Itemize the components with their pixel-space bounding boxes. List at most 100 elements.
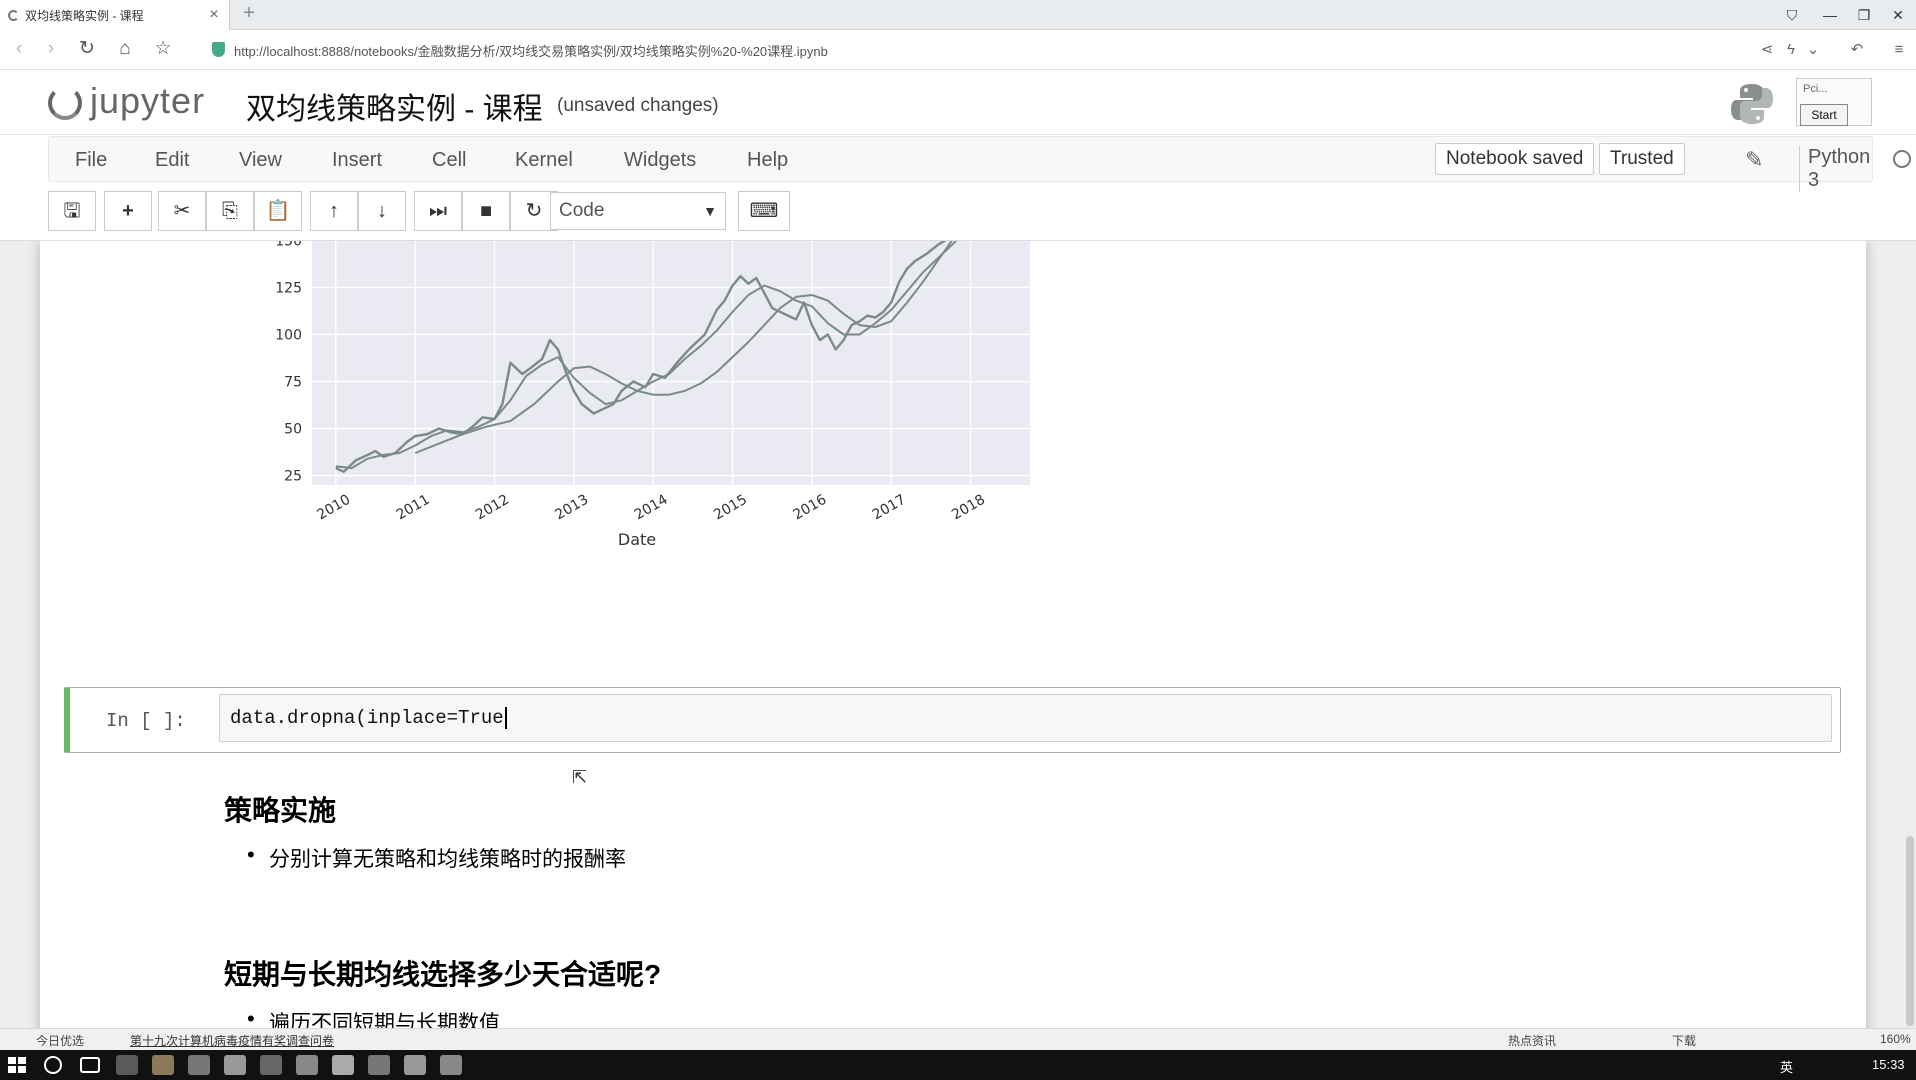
app-icon[interactable] — [224, 1055, 246, 1075]
x-tick-label: 2012 — [473, 492, 512, 524]
x-tick-label: 2014 — [632, 492, 671, 524]
code-cell[interactable]: In [ ]: data.dropna(inplace=True — [64, 687, 1841, 753]
menu-cell[interactable]: Cell — [432, 149, 466, 172]
jupyter-logo[interactable]: jupyter — [44, 78, 224, 126]
x-axis-label: Date — [618, 530, 656, 549]
minimize-icon[interactable]: — — [1816, 3, 1844, 27]
back-icon[interactable]: ‹ — [6, 36, 32, 62]
move-down-icon[interactable]: ↓ — [358, 191, 406, 231]
keyboard-icon[interactable]: ⌨ — [738, 191, 790, 231]
app-icon[interactable] — [260, 1055, 282, 1075]
python-logo-icon — [1731, 84, 1773, 124]
y-tick-label: 125 — [275, 280, 302, 296]
app-icon[interactable] — [296, 1055, 318, 1075]
forward-icon[interactable]: › — [38, 36, 64, 62]
dropdown-icon[interactable]: ⌄ — [1802, 38, 1824, 62]
y-tick-label: 50 — [284, 422, 302, 438]
app-icon[interactable] — [368, 1055, 390, 1075]
markdown-heading-window: 短期与长期均线选择多少天合适呢? — [224, 959, 662, 990]
input-prompt: In [ ]: — [106, 710, 186, 732]
close-window-icon[interactable]: ✕ — [1884, 3, 1912, 27]
bookmark-star-icon[interactable]: ☆ — [150, 36, 176, 62]
shirt-icon[interactable]: ⛉ — [1778, 3, 1806, 27]
x-tick-label: 2018 — [949, 492, 988, 524]
overlay-label: Pci... — [1803, 83, 1828, 95]
tab-title: 双均线策略实例 - 课程 — [25, 8, 144, 23]
code-editor[interactable]: data.dropna(inplace=True — [219, 694, 1832, 742]
input-language[interactable]: 英 — [1780, 1057, 1793, 1076]
browser-status-bar: 今日优选 第十九次计算机病毒疫情有奖调查问卷 热点资讯 下载 160% — [0, 1028, 1916, 1050]
tab-close-icon[interactable]: × — [207, 6, 221, 24]
loading-icon — [8, 9, 19, 21]
notebook-toolbar: 🖫 + ✂ ⎘ 📋 ↑ ↓ ⏭ ■ ↻ Code ▼ ⌨ — [48, 191, 948, 231]
x-tick-label: 2013 — [552, 492, 591, 524]
reload-icon[interactable]: ↻ — [74, 36, 100, 62]
menu-insert[interactable]: Insert — [332, 149, 382, 172]
cell-type-select[interactable]: Code ▼ — [550, 192, 726, 230]
menu-edit[interactable]: Edit — [155, 149, 189, 172]
search-icon[interactable] — [44, 1056, 62, 1074]
insert-cell-icon[interactable]: + — [104, 191, 152, 231]
trusted-indicator[interactable]: Trusted — [1599, 143, 1685, 175]
y-tick-label: 150 — [275, 240, 302, 249]
address-bar: ‹ › ↻ ⌂ ☆ http://localhost:8888/notebook… — [0, 30, 1916, 70]
notebook-saved-indicator: Notebook saved — [1435, 143, 1595, 175]
menu-icon[interactable]: ≡ — [1888, 38, 1910, 62]
menu-file[interactable]: File — [75, 149, 107, 172]
run-icon[interactable]: ⏭ — [414, 191, 462, 231]
copy-icon[interactable]: ⎘ — [206, 191, 254, 231]
restore-icon[interactable]: ❐ — [1850, 3, 1878, 27]
app-icon[interactable] — [404, 1055, 426, 1075]
home-icon[interactable]: ⌂ — [112, 36, 138, 62]
undo-icon[interactable]: ↶ — [1846, 38, 1868, 62]
cell-type-value: Code — [559, 200, 605, 221]
lightning-icon[interactable]: ϟ — [1780, 38, 1802, 62]
app-icon[interactable] — [440, 1055, 462, 1075]
system-clock[interactable]: 15:33 — [1872, 1057, 1905, 1072]
save-icon[interactable]: 🖫 — [48, 191, 96, 231]
notebook-container: 25 50 75 100 125 150 2010 2011 2012 2013 2014 2015… — [40, 241, 1866, 1028]
share-icon[interactable]: ⋖ — [1756, 38, 1778, 62]
menu-view[interactable]: View — [239, 149, 282, 172]
menu-bar: File Edit View Insert Cell Kernel Widget… — [48, 136, 1911, 192]
app-icon[interactable] — [332, 1055, 354, 1075]
stop-icon[interactable]: ■ — [462, 191, 510, 231]
cut-icon[interactable]: ✂ — [158, 191, 206, 231]
menu-kernel[interactable]: Kernel — [515, 149, 573, 172]
status-news-link[interactable]: 第十九次计算机病毒疫情有奖调查问卷 — [130, 1032, 334, 1049]
kernel-name[interactable]: Python 3 — [1799, 146, 1872, 192]
save-status: (unsaved changes) — [557, 95, 719, 116]
menu-help[interactable]: Help — [747, 149, 788, 172]
x-tick-label: 2017 — [870, 492, 909, 524]
status-left-text[interactable]: 今日优选 — [36, 1032, 84, 1049]
text-cursor — [504, 707, 507, 729]
zoom-level[interactable]: 160% — [1880, 1032, 1911, 1046]
status-download[interactable]: 下载 — [1672, 1032, 1696, 1049]
file-explorer-icon[interactable] — [152, 1055, 174, 1075]
edit-pencil-icon[interactable]: ✎ — [1745, 147, 1763, 173]
code-text: data.dropna(inplace=True — [230, 707, 504, 730]
new-tab-button[interactable]: + — [238, 2, 260, 25]
start-button[interactable]: Start — [1800, 104, 1848, 126]
menu-widgets[interactable]: Widgets — [624, 149, 696, 172]
markdown-heading-strategy: 策略实施 — [224, 795, 337, 826]
move-up-icon[interactable]: ↑ — [310, 191, 358, 231]
browser-tab-strip: 双均线策略实例 - 课程 × + ⛉ — ❐ ✕ — [0, 0, 1916, 30]
notebook-title[interactable]: 双均线策略实例 - 课程 — [246, 84, 543, 128]
windows-taskbar: 英 15:33 — [0, 1050, 1916, 1080]
paste-icon[interactable]: 📋 — [254, 191, 302, 231]
kernel-status-icon — [1893, 150, 1911, 168]
url-field[interactable]: http://localhost:8888/notebooks/金融数据分析/双… — [234, 41, 828, 60]
windows-start-icon[interactable] — [8, 1057, 26, 1073]
security-shield-icon — [212, 42, 225, 57]
browser-tab[interactable]: 双均线策略实例 - 课程 × — [0, 0, 230, 30]
browser-app-icon[interactable] — [116, 1055, 138, 1075]
app-icon[interactable] — [188, 1055, 210, 1075]
x-tick-label: 2011 — [394, 492, 433, 524]
markdown-bullet: 遍历不同短期与长期数值 — [247, 1006, 500, 1028]
scrollbar-thumb[interactable] — [1906, 836, 1914, 1026]
task-view-icon[interactable] — [80, 1057, 100, 1073]
y-tick-label: 25 — [284, 469, 302, 485]
status-hot-news[interactable]: 热点资讯 — [1508, 1032, 1556, 1049]
plot-area — [312, 241, 1030, 485]
